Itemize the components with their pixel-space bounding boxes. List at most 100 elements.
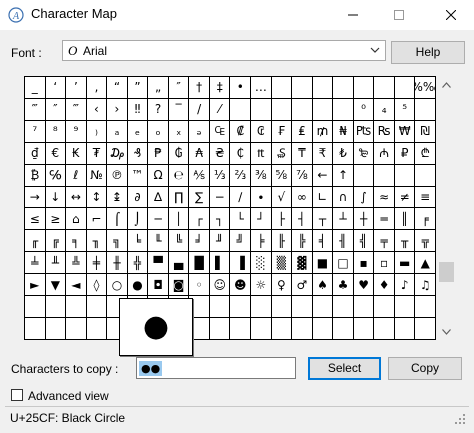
char-cell[interactable]: ’ <box>66 77 87 99</box>
char-cell[interactable]: ₼ <box>374 142 395 165</box>
char-cell[interactable]: ⅍ <box>189 164 210 187</box>
char-cell[interactable]: ₸ <box>292 142 313 165</box>
char-cell[interactable]: ┘ <box>251 208 272 231</box>
char-cell[interactable] <box>86 318 108 340</box>
char-cell[interactable] <box>230 98 252 121</box>
char-cell[interactable]: ™ <box>127 164 149 187</box>
char-cell[interactable] <box>312 318 334 340</box>
char-cell[interactable]: ○ <box>107 274 128 297</box>
char-cell[interactable]: “ <box>107 77 128 99</box>
char-cell[interactable]: ∕ <box>230 186 252 209</box>
char-cell[interactable] <box>415 164 436 187</box>
char-cell[interactable]: ╥ <box>394 230 416 253</box>
char-cell[interactable]: ₡ <box>230 120 252 143</box>
char-cell[interactable] <box>353 296 375 319</box>
char-cell[interactable]: ‴ <box>25 98 46 121</box>
char-cell[interactable]: ♂ <box>292 274 313 297</box>
char-cell[interactable] <box>394 296 416 319</box>
char-cell[interactable]: ▼ <box>45 274 67 297</box>
char-cell[interactable]: ” <box>127 77 149 99</box>
char-cell[interactable]: ₴ <box>209 142 231 165</box>
char-cell[interactable]: ₯ <box>107 142 128 165</box>
char-cell[interactable] <box>333 98 354 121</box>
char-cell[interactable] <box>292 318 313 340</box>
char-cell[interactable] <box>271 318 293 340</box>
char-cell[interactable]: ◄ <box>66 274 87 297</box>
char-cell[interactable]: ∙ <box>251 186 272 209</box>
char-cell[interactable]: ‚ <box>86 77 108 99</box>
char-cell[interactable]: Ω <box>148 164 169 187</box>
char-cell[interactable] <box>230 296 252 319</box>
char-cell[interactable]: ₩ <box>394 120 416 143</box>
char-cell[interactable]: ╫ <box>107 252 128 275</box>
char-cell[interactable]: ↨ <box>107 186 128 209</box>
char-cell[interactable]: ₺ <box>333 142 354 165</box>
char-cell[interactable]: ⅔ <box>230 164 252 187</box>
char-cell[interactable]: ₐ <box>107 120 128 143</box>
char-cell[interactable]: ⅓ <box>209 164 231 187</box>
char-cell[interactable]: ₥ <box>312 120 334 143</box>
char-cell[interactable]: ╨ <box>45 252 67 275</box>
char-cell[interactable]: ₲ <box>168 142 190 165</box>
char-cell[interactable]: ☺ <box>209 274 231 297</box>
char-cell[interactable]: ▐ <box>230 252 252 275</box>
char-cell[interactable]: ⁷ <box>25 120 46 143</box>
char-cell[interactable]: ₰ <box>127 142 149 165</box>
char-cell[interactable]: ╧ <box>25 252 46 275</box>
char-cell[interactable]: ₄ <box>374 98 395 121</box>
char-cell[interactable]: ⌐ <box>86 208 108 231</box>
help-button[interactable]: Help <box>391 41 465 64</box>
char-cell[interactable]: ║ <box>394 208 416 231</box>
char-cell[interactable]: ╞ <box>251 230 272 253</box>
char-cell[interactable]: ◊ <box>86 274 108 297</box>
char-cell[interactable]: ″ <box>168 77 190 99</box>
char-cell[interactable]: ♀ <box>271 274 293 297</box>
char-cell[interactable] <box>353 318 375 340</box>
char-cell[interactable]: ₣ <box>271 120 293 143</box>
char-cell[interactable]: ╖ <box>86 230 108 253</box>
char-cell[interactable]: ℮ <box>168 164 190 187</box>
char-cell[interactable]: ≥ <box>45 208 67 231</box>
char-cell[interactable] <box>271 296 293 319</box>
char-cell[interactable]: ∆ <box>148 186 169 209</box>
char-cell[interactable]: ∩ <box>333 186 354 209</box>
char-cell[interactable]: ‘ <box>45 77 67 99</box>
char-cell[interactable] <box>66 318 87 340</box>
char-cell[interactable]: → <box>25 186 46 209</box>
maximize-button[interactable] <box>376 0 422 30</box>
char-cell[interactable] <box>45 318 67 340</box>
char-cell[interactable] <box>271 77 293 99</box>
char-cell[interactable] <box>251 296 272 319</box>
char-cell[interactable]: ╢ <box>333 230 354 253</box>
char-cell[interactable] <box>394 318 416 340</box>
char-cell[interactable]: ⌠ <box>107 208 128 231</box>
char-cell[interactable]: ▲ <box>415 252 436 275</box>
char-cell[interactable]: ♣ <box>333 274 354 297</box>
char-cell[interactable] <box>312 98 334 121</box>
char-cell[interactable]: ₽ <box>394 142 416 165</box>
char-cell[interactable] <box>25 318 46 340</box>
font-dropdown[interactable]: O Arial <box>62 40 386 61</box>
char-cell[interactable]: ▒ <box>271 252 293 275</box>
char-cell[interactable]: ₶ <box>251 142 272 165</box>
char-cell[interactable] <box>394 164 416 187</box>
char-cell[interactable]: ← <box>312 164 334 187</box>
char-cell[interactable]: ≈ <box>374 186 395 209</box>
char-cell[interactable]: ┴ <box>333 208 354 231</box>
char-cell[interactable]: ₭ <box>66 142 87 165</box>
char-cell[interactable]: ┐ <box>209 208 231 231</box>
char-cell[interactable] <box>333 318 354 340</box>
char-cell[interactable]: ⁵ <box>394 98 416 121</box>
select-button[interactable]: Select <box>308 357 381 380</box>
char-cell[interactable]: ₎ <box>86 120 108 143</box>
char-cell[interactable]: ┌ <box>189 208 210 231</box>
char-cell[interactable]: ≤ <box>25 208 46 231</box>
char-cell[interactable]: ℗ <box>107 164 128 187</box>
char-cell[interactable] <box>312 296 334 319</box>
char-cell[interactable]: ₤ <box>292 120 313 143</box>
copy-button[interactable]: Copy <box>388 357 462 380</box>
char-cell[interactable]: ● <box>127 274 149 297</box>
char-cell[interactable] <box>251 98 272 121</box>
char-cell[interactable]: ₱ <box>148 142 169 165</box>
char-cell[interactable]: ◙ <box>168 274 190 297</box>
